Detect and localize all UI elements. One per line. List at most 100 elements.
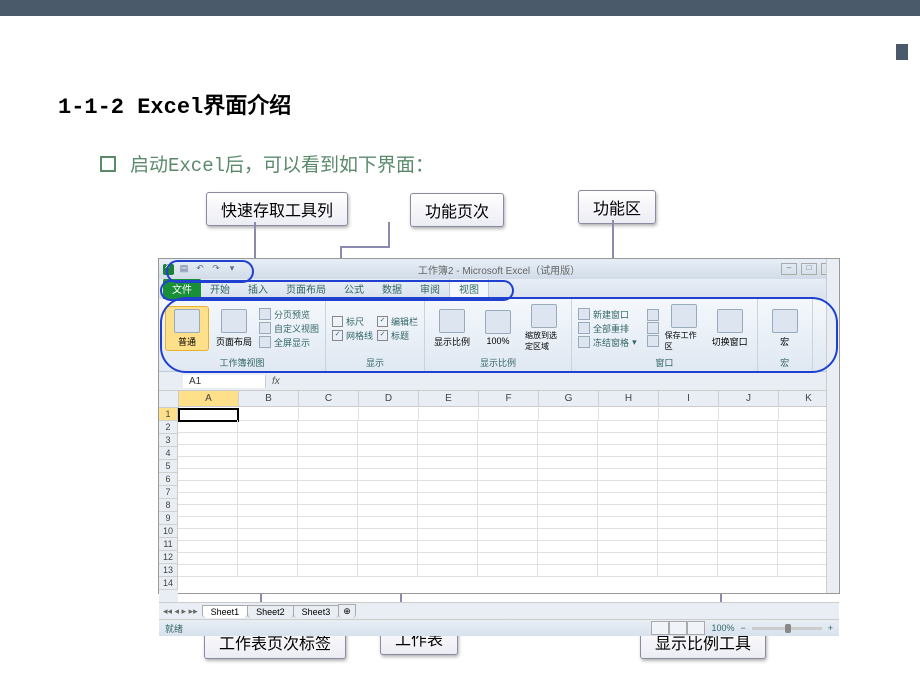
save-icon[interactable]: ▤: [178, 263, 190, 275]
new-sheet-button[interactable]: ⊕: [338, 604, 356, 618]
group-label: 显示比例: [431, 355, 565, 369]
row-header-5[interactable]: 5: [159, 460, 178, 473]
row-header-8[interactable]: 8: [159, 499, 178, 512]
normal-view-button[interactable]: 普通: [165, 306, 209, 351]
cell-grid[interactable]: [178, 408, 839, 602]
zoom-out-button[interactable]: −: [740, 623, 745, 633]
tab-view[interactable]: 视图: [449, 277, 489, 299]
col-header-E[interactable]: E: [419, 391, 479, 407]
zoom-selection-button[interactable]: 缩放到选定区域: [523, 302, 565, 354]
row-headers: 1234567891011121314: [159, 408, 178, 602]
col-header-J[interactable]: J: [719, 391, 779, 407]
col-header-C[interactable]: C: [299, 391, 359, 407]
col-header-I[interactable]: I: [659, 391, 719, 407]
formulabar-checkbox[interactable]: ✓编辑栏: [377, 315, 418, 328]
row-header-10[interactable]: 10: [159, 525, 178, 538]
gridlines-checkbox[interactable]: ✓网格线: [332, 329, 373, 342]
row-header-7[interactable]: 7: [159, 486, 178, 499]
cell[interactable]: [298, 564, 358, 577]
page-break-button[interactable]: 分页预览: [259, 308, 319, 321]
view-buttons[interactable]: [651, 621, 705, 635]
label: 分页预览: [274, 308, 310, 321]
cell[interactable]: [478, 564, 538, 577]
row-header-9[interactable]: 9: [159, 512, 178, 525]
macro-button[interactable]: 宏: [764, 307, 806, 350]
cell[interactable]: [418, 564, 478, 577]
fx-icon[interactable]: fx: [266, 376, 286, 387]
fullscreen-button[interactable]: 全屏显示: [259, 336, 319, 349]
new-window-button[interactable]: 新建窗口: [578, 308, 637, 321]
qat-dropdown-icon[interactable]: ▾: [226, 263, 238, 275]
unhide-button[interactable]: [647, 335, 659, 347]
tab-data[interactable]: 数据: [373, 278, 411, 299]
minimize-button[interactable]: –: [781, 263, 797, 275]
label: 网格线: [346, 329, 373, 342]
zoom-thumb[interactable]: [785, 624, 791, 633]
col-header-A[interactable]: A: [179, 391, 239, 407]
undo-icon[interactable]: ↶: [194, 263, 206, 275]
name-box[interactable]: A1: [183, 375, 266, 388]
cell[interactable]: [358, 564, 418, 577]
col-header-G[interactable]: G: [539, 391, 599, 407]
tab-home[interactable]: 开始: [201, 278, 239, 299]
row-header-13[interactable]: 13: [159, 564, 178, 577]
row-header-11[interactable]: 11: [159, 538, 178, 551]
select-all-corner[interactable]: [159, 391, 179, 408]
tab-formula[interactable]: 公式: [335, 278, 373, 299]
row-header-12[interactable]: 12: [159, 551, 178, 564]
sheet-nav[interactable]: ◂◂ ◂ ▸ ▸▸: [159, 606, 202, 617]
custom-view-button[interactable]: 自定义视图: [259, 322, 319, 335]
switch-window-button[interactable]: 切换窗口: [709, 307, 751, 350]
pagelayout-view-icon[interactable]: [669, 621, 687, 635]
save-workspace-button[interactable]: 保存工作区: [663, 302, 705, 354]
row-header-2[interactable]: 2: [159, 421, 178, 434]
ruler-checkbox[interactable]: 标尺: [332, 315, 373, 328]
headings-checkbox[interactable]: ✓标题: [377, 329, 418, 342]
zoom-button[interactable]: 显示比例: [431, 307, 473, 350]
col-header-H[interactable]: H: [599, 391, 659, 407]
normal-view-icon[interactable]: [651, 621, 669, 635]
hide-button[interactable]: [647, 322, 659, 334]
cell[interactable]: [178, 564, 238, 577]
col-header-F[interactable]: F: [479, 391, 539, 407]
quick-access-toolbar[interactable]: ▤ ↶ ↷ ▾: [163, 263, 238, 275]
slide-accent: [896, 44, 908, 60]
cell[interactable]: [598, 564, 658, 577]
row-header-3[interactable]: 3: [159, 434, 178, 447]
zoom-slider[interactable]: [752, 627, 822, 630]
cell[interactable]: [658, 564, 718, 577]
subtitle-row: 启动Excel后，可以看到如下界面：: [100, 150, 434, 177]
arrange-button[interactable]: 全部重排: [578, 322, 637, 335]
redo-icon[interactable]: ↷: [210, 263, 222, 275]
split-button[interactable]: [647, 309, 659, 321]
maximize-button[interactable]: □: [801, 263, 817, 275]
label: 编辑栏: [391, 315, 418, 328]
tab-insert[interactable]: 插入: [239, 278, 277, 299]
row-header-4[interactable]: 4: [159, 447, 178, 460]
col-header-B[interactable]: B: [239, 391, 299, 407]
callout-qat: 快速存取工具列: [206, 192, 348, 226]
sheet-tab-3[interactable]: Sheet3: [293, 605, 340, 618]
page-layout-button[interactable]: 页面布局: [213, 307, 255, 350]
freeze-button[interactable]: 冻结窗格 ▾: [578, 336, 637, 349]
pagebreak-view-icon[interactable]: [687, 621, 705, 635]
vertical-scrollbar[interactable]: [826, 259, 839, 593]
sheet-tab-2[interactable]: Sheet2: [247, 605, 294, 618]
cell[interactable]: [538, 564, 598, 577]
zoom-100-button[interactable]: 100%: [477, 308, 519, 348]
sheet-tab-1[interactable]: Sheet1: [202, 605, 249, 618]
unhide-icon: [647, 335, 659, 347]
row-header-14[interactable]: 14: [159, 577, 178, 590]
worksheet-area[interactable]: 1234567891011121314: [159, 408, 839, 602]
label: 100%: [487, 336, 510, 346]
tab-layout[interactable]: 页面布局: [277, 278, 335, 299]
label: 全部重排: [593, 322, 629, 335]
row-header-1[interactable]: 1: [159, 408, 178, 421]
cell[interactable]: [238, 564, 298, 577]
tab-review[interactable]: 审阅: [411, 278, 449, 299]
zoom-in-button[interactable]: +: [828, 623, 833, 633]
col-header-D[interactable]: D: [359, 391, 419, 407]
tab-file[interactable]: 文件: [163, 278, 201, 299]
row-header-6[interactable]: 6: [159, 473, 178, 486]
cell[interactable]: [718, 564, 778, 577]
